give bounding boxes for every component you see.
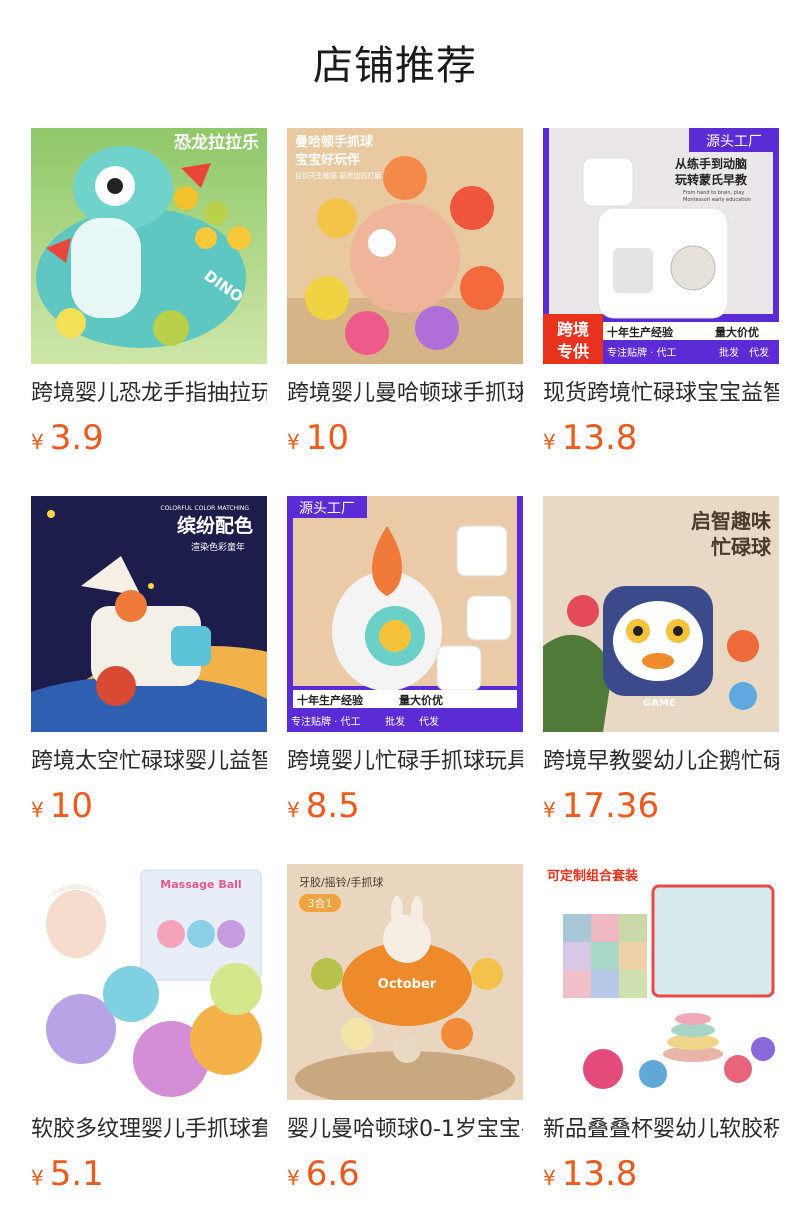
penguin-busy-ball-image[interactable]: 启智趣味 忙碌球 GAME [543,496,779,732]
price-amount: 13.8 [561,418,638,458]
space-busy-ball-image[interactable]: COLORFUL COLOR MATCHING 缤纷配色 渲染色彩童年 [31,496,267,732]
currency-symbol: ¥ [31,430,44,454]
product-name[interactable]: 现货跨境忙碌球宝宝益智玩具 [543,378,779,410]
product-name[interactable]: 跨境婴儿曼哈顿球手抓球 [287,378,523,410]
product-name[interactable]: 跨境婴儿忙碌手抓球玩具 [287,746,523,778]
image-text: 缤纷配色 [177,514,253,537]
image-text: 量大价优 [399,693,443,707]
product-card[interactable]: 源头工厂 从练手到动脑 玩转蒙氏早教 From hand to brain, p… [543,128,779,460]
price-amount: 5.1 [49,1154,104,1194]
product-name[interactable]: 婴儿曼哈顿球0-1岁宝宝手抓球 [287,1114,523,1146]
product-name[interactable]: 跨境太空忙碌球婴儿益智玩具 [31,746,267,778]
image-text: 代发 [749,346,769,359]
image-text: From hand to brain, play [683,190,744,196]
image-text: 专供 [557,342,589,361]
product-price: ¥6.6 [287,1152,523,1196]
image-text: 目目天生敏感 更改加固打磨 [295,171,381,180]
image-text: 忙碌球 [711,535,772,559]
product-price: ¥13.8 [543,1152,779,1196]
product-price: ¥17.36 [543,784,779,828]
image-text: 专注贴牌 · 代工 [607,346,677,359]
product-name[interactable]: 新品叠叠杯婴幼儿软胶积木套装 [543,1114,779,1146]
currency-symbol: ¥ [287,798,300,822]
price-amount: 6.6 [305,1154,360,1194]
image-text: 从练手到动脑 [675,156,747,171]
image-text: 恐龙拉拉乐 [174,132,259,153]
image-text: 源头工厂 [299,501,355,517]
product-price: ¥5.1 [31,1152,267,1196]
product-card[interactable]: 牙胶/摇铃/手抓球 3合1 October 婴儿曼哈顿球0-1岁宝宝手抓球 ¥6… [287,864,523,1196]
page-title: 店铺推荐 [313,43,477,89]
busy-cube-image[interactable]: 源头工厂 从练手到动脑 玩转蒙氏早教 From hand to brain, p… [543,128,779,364]
image-text: 渲染色彩童年 [191,541,245,553]
image-text: 十年生产经验 [297,693,364,707]
image-text: 宝宝好玩伴 [295,152,360,168]
currency-symbol: ¥ [31,798,44,822]
product-card[interactable]: 可定制组合套装 新品叠叠杯婴幼儿软胶积木套装 ¥13.8 [543,864,779,1196]
image-text: GAME [643,698,676,709]
product-price: ¥8.5 [287,784,523,828]
price-amount: 10 [305,418,349,458]
manhattan-ball-image[interactable]: 曼哈顿手抓球 宝宝好玩伴 目目天生敏感 更改加固打磨 [287,128,523,364]
price-amount: 8.5 [305,786,360,826]
price-amount: 10 [49,786,93,826]
product-card[interactable]: 源头工厂 十年生产经验 量大价优 专注贴牌 · 代工 批发 代发 跨境婴儿忙碌手… [287,496,523,828]
image-text: 3合1 [308,896,333,910]
image-text: 量大价优 [715,325,759,339]
product-price: ¥3.9 [31,416,267,460]
image-text: 牙胶/摇铃/手抓球 [299,875,383,889]
product-name[interactable]: 跨境早教婴幼儿企鹅忙碌球 [543,746,779,778]
currency-symbol: ¥ [543,430,556,454]
image-text: 批发 [385,715,405,728]
image-text: 可定制组合套装 [547,868,638,884]
price-amount: 17.36 [561,786,660,826]
currency-symbol: ¥ [543,1166,556,1190]
image-text: COLORFUL COLOR MATCHING [160,505,249,512]
image-text: 代发 [419,715,439,728]
image-text: 批发 [719,346,739,359]
currency-symbol: ¥ [287,430,300,454]
product-card[interactable]: 曼哈顿手抓球 宝宝好玩伴 目目天生敏感 更改加固打磨 跨境婴儿曼哈顿球手抓球 ¥… [287,128,523,460]
sensory-balls-image[interactable]: Massage Ball [31,864,267,1100]
product-card[interactable]: COLORFUL COLOR MATCHING 缤纷配色 渲染色彩童年 跨境太空… [31,496,267,828]
image-text: 曼哈顿手抓球 [295,134,374,150]
stacking-blocks-set-image[interactable]: 可定制组合套装 [543,864,779,1100]
image-text: October [378,977,437,992]
product-card[interactable]: 恐龙拉拉乐 DINO 跨境婴儿恐龙手指抽拉玩具 ¥3.9 [31,128,267,460]
currency-symbol: ¥ [287,1166,300,1190]
image-text: 玩转蒙氏早教 [675,172,748,187]
image-text: 启智趣味 [691,509,771,533]
image-text: 专注贴牌 · 代工 [291,715,361,728]
product-price: ¥10 [287,416,523,460]
price-amount: 3.9 [49,418,104,458]
product-card[interactable]: 启智趣味 忙碌球 GAME 跨境早教婴幼儿企鹅忙碌球 ¥17.36 [543,496,779,828]
image-text: 跨境 [557,320,589,339]
bunny-teether-ball-image[interactable]: 牙胶/摇铃/手抓球 3合1 October [287,864,523,1100]
product-price: ¥13.8 [543,416,779,460]
image-text: Montessori early education [683,197,751,203]
product-name[interactable]: 跨境婴儿恐龙手指抽拉玩具 [31,378,267,410]
product-card[interactable]: Massage Ball 软胶多纹理婴儿手抓球套装 ¥5.1 [31,864,267,1196]
rocket-busy-ball-image[interactable]: 源头工厂 十年生产经验 量大价优 专注贴牌 · 代工 批发 代发 [287,496,523,732]
image-text: 源头工厂 [706,134,762,150]
product-name[interactable]: 软胶多纹理婴儿手抓球套装 [31,1114,267,1146]
image-text: Massage Ball [160,878,241,891]
dinosaur-toy-image[interactable]: 恐龙拉拉乐 DINO [31,128,267,364]
currency-symbol: ¥ [31,1166,44,1190]
image-text: 十年生产经验 [607,325,674,339]
price-amount: 13.8 [561,1154,638,1194]
currency-symbol: ¥ [543,798,556,822]
product-price: ¥10 [31,784,267,828]
